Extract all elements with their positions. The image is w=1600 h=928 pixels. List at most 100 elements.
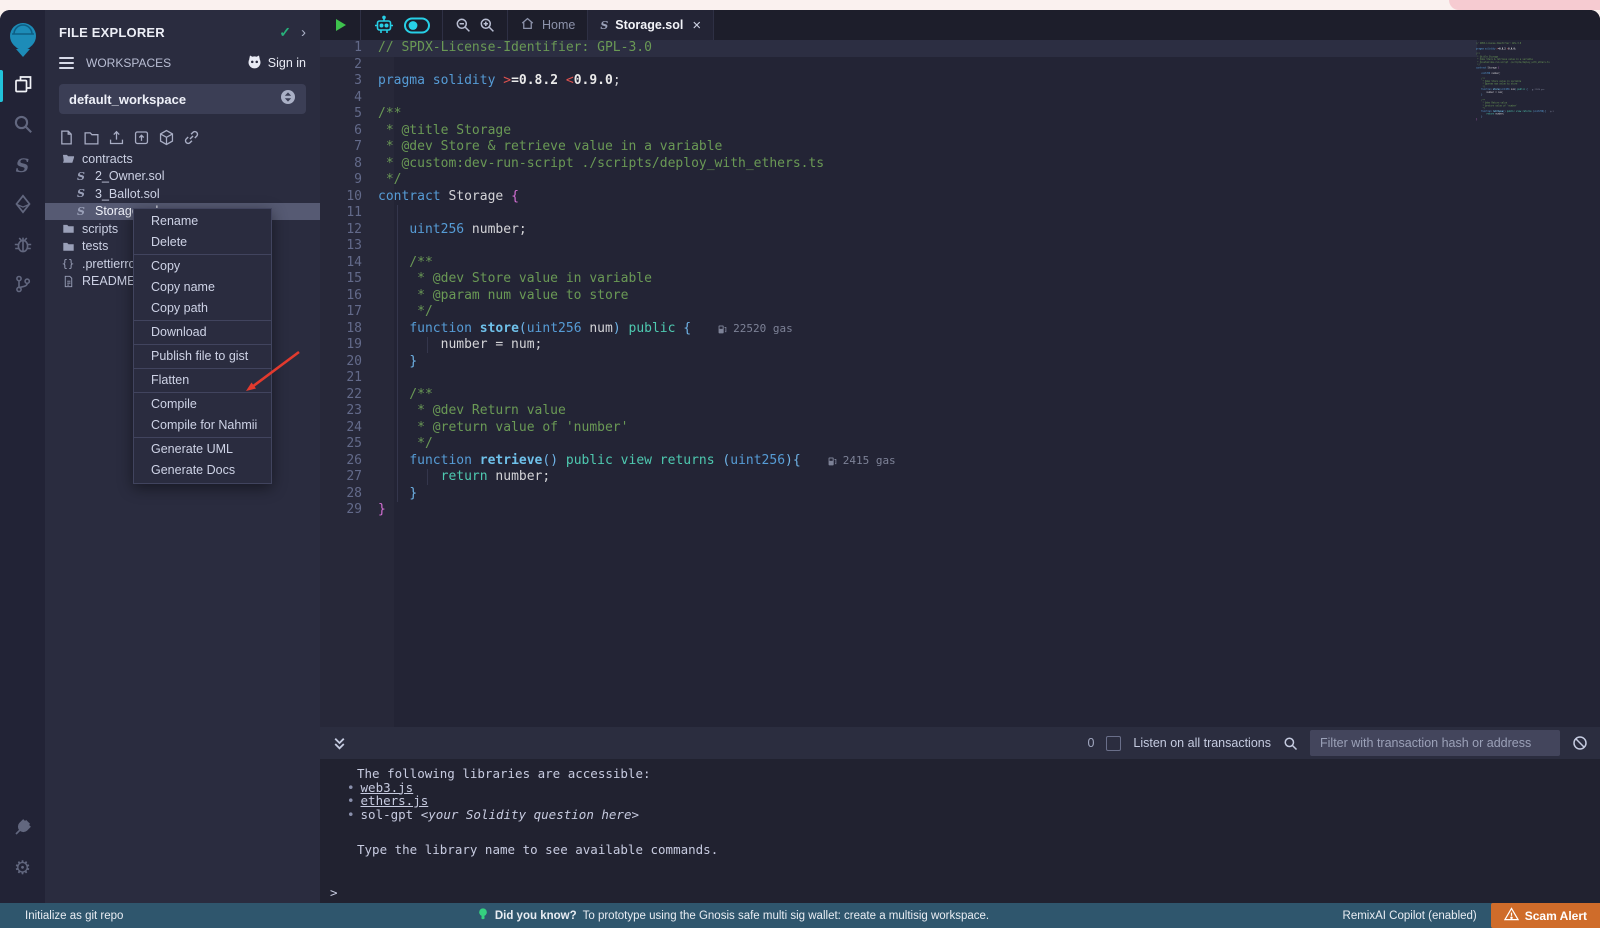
tree-item-label: contracts — [82, 152, 133, 166]
listen-transactions-checkbox[interactable] — [1106, 736, 1121, 751]
line-number: 25 — [320, 436, 378, 453]
code-editor[interactable]: 1// SPDX-License-Identifier: GPL-3.023pr… — [320, 40, 1600, 727]
menu-item-download[interactable]: Download — [134, 322, 271, 343]
workspace-selected-value: default_workspace — [69, 92, 186, 107]
code-line-3: 3pragma solidity >=0.8.2 <0.9.0; — [320, 73, 1600, 90]
cube-icon[interactable] — [158, 129, 175, 146]
run-script-button[interactable] — [320, 10, 361, 40]
solidity-icon: S — [74, 204, 88, 218]
code-text: return number; — [378, 469, 550, 486]
home-icon — [520, 16, 535, 34]
clear-terminal-icon[interactable] — [1572, 735, 1588, 751]
close-tab-icon[interactable]: × — [692, 17, 701, 34]
menu-item-flatten[interactable]: Flatten — [134, 370, 271, 391]
line-number: 2 — [320, 57, 378, 74]
code-text: */ — [378, 304, 433, 321]
terminal-search-icon[interactable] — [1283, 736, 1298, 751]
terminal-toolbar: 0 Listen on all transactions — [320, 727, 1600, 759]
rail-item-search[interactable] — [0, 106, 45, 146]
line-number: 29 — [320, 502, 378, 519]
copilot-status[interactable]: RemixAI Copilot (enabled) — [1343, 910, 1477, 922]
upload-folder-icon[interactable] — [133, 129, 150, 146]
tabbar-spacer — [714, 10, 1600, 40]
workspace-select[interactable]: default_workspace — [59, 84, 306, 114]
file-icon — [61, 274, 75, 288]
warning-icon — [1504, 907, 1519, 924]
code-text: * @custom:dev-run-script ./scripts/deplo… — [378, 156, 824, 173]
editor-minimap[interactable]: // SPDX-License-Identifier: GPL-3.0pragm… — [1476, 42, 1554, 132]
ai-robot-icon[interactable] — [373, 15, 395, 35]
new-file-icon[interactable] — [58, 129, 75, 146]
remix-logo-icon[interactable] — [0, 14, 45, 66]
menu-item-generate-docs[interactable]: Generate Docs — [134, 460, 271, 481]
file-explorer-toolbar — [58, 129, 320, 146]
rail-item-file-explorer[interactable] — [0, 66, 45, 106]
lightbulb-icon — [477, 907, 489, 924]
workspaces-menu-icon[interactable] — [59, 57, 74, 69]
menu-item-copy-name[interactable]: Copy name — [134, 277, 271, 298]
gas-estimate-badge: 2415 gas — [827, 453, 896, 470]
zoom-out-icon[interactable] — [455, 17, 471, 33]
sign-in-button[interactable]: Sign in — [246, 54, 306, 72]
folder-icon — [61, 239, 75, 253]
menu-item-compile-for-nahmii[interactable]: Compile for Nahmii — [134, 415, 271, 436]
tab-storage-sol[interactable]: SStorage.sol× — [588, 10, 714, 40]
menu-item-compile[interactable]: Compile — [134, 394, 271, 415]
line-number: 9 — [320, 172, 378, 189]
line-number: 3 — [320, 73, 378, 90]
code-text: /** — [378, 387, 433, 404]
line-number: 12 — [320, 222, 378, 239]
rail-item-deploy-run[interactable] — [0, 186, 45, 226]
ai-toggle-icon[interactable] — [404, 17, 430, 34]
menu-item-delete[interactable]: Delete — [134, 232, 271, 253]
rail-item-settings[interactable]: ⚙ — [0, 849, 45, 889]
rail-item-git[interactable] — [0, 266, 45, 306]
rail-item-plugin-manager[interactable] — [0, 809, 45, 849]
git-init-button[interactable]: Initialize as git repo — [25, 910, 123, 922]
tree-item-contracts[interactable]: contracts — [45, 150, 320, 168]
deploy-run-icon — [13, 194, 33, 219]
rail-item-debugger[interactable] — [0, 226, 45, 266]
new-folder-icon[interactable] — [83, 129, 100, 146]
menu-item-copy-path[interactable]: Copy path — [134, 298, 271, 319]
terminal-collapse-icon[interactable] — [332, 736, 347, 751]
tree-item-2-owner-sol[interactable]: S2_Owner.sol — [45, 168, 320, 186]
tree-item-3-ballot-sol[interactable]: S3_Ballot.sol — [45, 185, 320, 203]
tab-home[interactable]: Home — [508, 10, 588, 40]
upload-file-icon[interactable] — [108, 129, 125, 146]
line-number: 20 — [320, 354, 378, 371]
code-text: * @dev Return value — [378, 403, 566, 420]
solidity-icon: S — [600, 18, 608, 32]
menu-item-generate-uml[interactable]: Generate UML — [134, 439, 271, 460]
menu-item-copy[interactable]: Copy — [134, 256, 271, 277]
code-line-16: 16 * @param num value to store — [320, 288, 1600, 305]
terminal-output[interactable]: The following libraries are accessible: •… — [320, 759, 1600, 903]
line-number: 28 — [320, 486, 378, 503]
listen-transactions-label: Listen on all transactions — [1133, 736, 1271, 750]
code-text: * @title Storage — [378, 123, 511, 140]
line-number: 6 — [320, 123, 378, 140]
code-text: */ — [378, 436, 433, 453]
line-number: 17 — [320, 304, 378, 321]
code-text: /** — [378, 255, 433, 272]
code-text: function retrieve() public view returns … — [378, 453, 801, 470]
zoom-in-icon[interactable] — [479, 17, 495, 33]
terminal-line: •sol-gpt <your Solidity question here> — [320, 808, 1600, 822]
plugin-manager-icon — [13, 817, 33, 842]
panel-title: FILE EXPLORER — [59, 25, 165, 40]
file-explorer-icon — [13, 74, 33, 99]
menu-item-publish-file-to-gist[interactable]: Publish file to gist — [134, 346, 271, 367]
scam-alert-button[interactable]: Scam Alert — [1491, 903, 1600, 928]
browser-top-strip — [0, 0, 1600, 10]
transaction-filter-input[interactable] — [1310, 730, 1560, 756]
link-icon[interactable] — [183, 129, 200, 146]
terminal-line: The following libraries are accessible: — [320, 767, 1600, 781]
code-line-13: 13 — [320, 238, 1600, 255]
rail-item-solidity-compiler[interactable]: S — [0, 146, 45, 186]
menu-item-rename[interactable]: Rename — [134, 211, 271, 232]
chevron-right-icon[interactable]: › — [301, 24, 306, 41]
code-line-28: 28 } — [320, 486, 1600, 503]
terminal-prompt[interactable]: > — [330, 886, 1600, 900]
code-text: } — [1476, 118, 1477, 121]
debugger-icon — [13, 234, 33, 259]
